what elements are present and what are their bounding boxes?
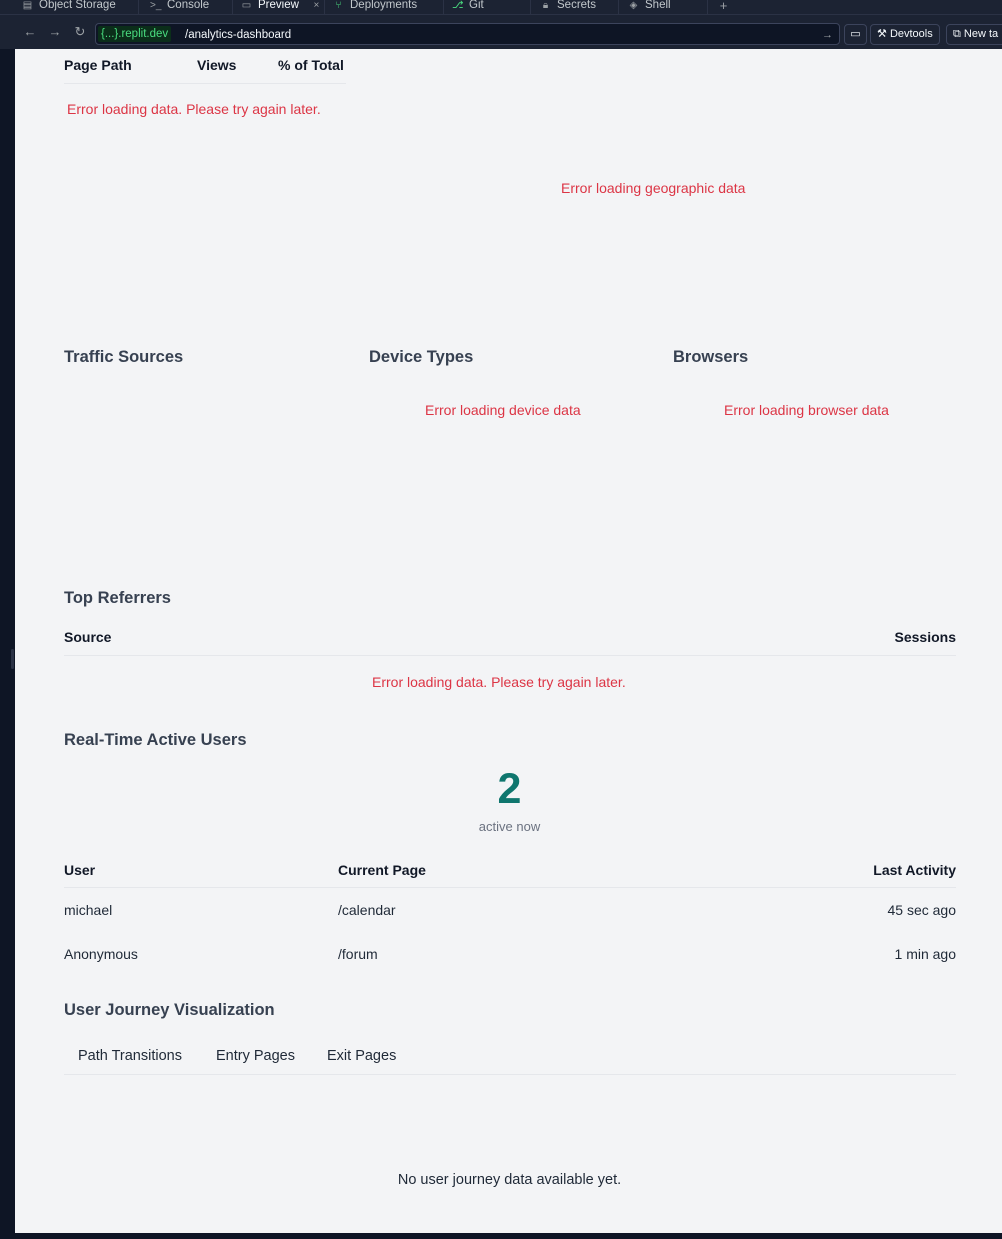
top-referrers-title: Top Referrers bbox=[64, 589, 171, 607]
active-now-label: active now bbox=[478, 819, 541, 834]
url-host: {...}.replit.dev bbox=[98, 26, 172, 42]
git-icon: ⎇ bbox=[452, 0, 464, 11]
col-source: Source bbox=[64, 629, 112, 645]
storage-icon: ▤ bbox=[22, 0, 33, 11]
tab-label: Preview bbox=[258, 0, 299, 11]
terminal-icon: >_ bbox=[150, 0, 162, 11]
col-current-page: Current Page bbox=[338, 862, 426, 878]
wrench-icon: ⚒ bbox=[877, 28, 887, 40]
tab-path-transitions[interactable]: Path Transitions bbox=[78, 1048, 182, 1064]
tab-preview[interactable]: ▭ Preview × bbox=[241, 0, 322, 14]
divider bbox=[64, 887, 956, 888]
device-error: Error loading device data bbox=[425, 402, 581, 418]
bottom-strip bbox=[0, 1233, 1002, 1239]
tab-label: Shell bbox=[645, 0, 671, 11]
tab-label: Git bbox=[469, 0, 484, 11]
deploy-icon: ⑂ bbox=[335, 0, 342, 11]
analytics-dashboard: Page Path Views % of Total Error loading… bbox=[15, 49, 1002, 1233]
journey-title: User Journey Visualization bbox=[64, 1001, 275, 1019]
left-rail bbox=[0, 49, 15, 1239]
col-user: User bbox=[64, 862, 96, 878]
add-tab-button[interactable]: + bbox=[718, 0, 729, 14]
tab-shell[interactable]: ◈ Shell bbox=[628, 0, 671, 14]
row-activity: 1 min ago bbox=[894, 946, 956, 962]
row-user: Anonymous bbox=[64, 946, 138, 962]
shell-icon: ◈ bbox=[629, 0, 638, 11]
divider bbox=[64, 83, 346, 84]
divider bbox=[64, 1074, 956, 1075]
tab-label: Secrets bbox=[557, 0, 596, 11]
row-page: /forum bbox=[338, 946, 378, 962]
col-views: Views bbox=[197, 57, 237, 73]
traffic-sources-title: Traffic Sources bbox=[64, 348, 184, 366]
referrers-error: Error loading data. Please try again lat… bbox=[372, 674, 626, 690]
tab-label: Object Storage bbox=[39, 0, 116, 11]
journey-empty-message: No user journey data available yet. bbox=[397, 1172, 622, 1188]
col-sessions: Sessions bbox=[894, 629, 956, 645]
tab-object-storage[interactable]: ▤ Object Storage bbox=[22, 0, 116, 14]
new-tab-button[interactable]: ⧉ New ta bbox=[946, 24, 1002, 45]
geo-error: Error loading geographic data bbox=[561, 180, 746, 196]
back-icon[interactable]: ← bbox=[22, 24, 38, 40]
new-tab-label: New ta bbox=[963, 28, 999, 40]
tab-entry-pages[interactable]: Entry Pages bbox=[216, 1048, 295, 1064]
row-user: michael bbox=[64, 902, 113, 918]
preview-toolbar: ← → ↻ {...}.replit.dev /analytics-dashbo… bbox=[0, 14, 1002, 49]
col-percent-total: % of Total bbox=[278, 57, 344, 73]
close-icon[interactable]: × bbox=[311, 0, 322, 11]
col-page-path: Page Path bbox=[64, 57, 132, 73]
forward-icon[interactable]: → bbox=[47, 24, 63, 40]
col-last-activity: Last Activity bbox=[873, 862, 956, 878]
monitor-icon: ▭ bbox=[241, 0, 252, 11]
go-icon[interactable]: → bbox=[822, 27, 833, 43]
divider bbox=[64, 655, 956, 656]
top-pages-error: Error loading data. Please try again lat… bbox=[67, 101, 321, 117]
row-activity: 45 sec ago bbox=[887, 902, 957, 918]
external-link-icon: ⧉ bbox=[953, 28, 961, 40]
tab-console[interactable]: >_ Console bbox=[150, 0, 209, 14]
tab-exit-pages[interactable]: Exit Pages bbox=[327, 1048, 396, 1064]
plus-icon: + bbox=[719, 0, 728, 13]
resize-handle[interactable] bbox=[11, 649, 14, 669]
tab-label: Deployments bbox=[350, 0, 418, 11]
ide-tab-bar: ▤ Object Storage >_ Console ▭ Preview × … bbox=[0, 0, 1002, 14]
browsers-title: Browsers bbox=[673, 348, 749, 366]
address-input[interactable]: {...}.replit.dev /analytics-dashboard → bbox=[95, 23, 840, 45]
row-page: /calendar bbox=[338, 902, 396, 918]
devtools-label: Devtools bbox=[889, 28, 933, 40]
reload-icon[interactable]: ↻ bbox=[72, 24, 88, 40]
active-user-count: 2 bbox=[497, 765, 522, 813]
realtime-title: Real-Time Active Users bbox=[64, 731, 247, 749]
screen-icon[interactable]: ▭ bbox=[844, 24, 867, 45]
device-types-title: Device Types bbox=[369, 348, 474, 366]
devtools-button[interactable]: ⚒ Devtools bbox=[870, 24, 940, 45]
tab-label: Console bbox=[167, 0, 210, 11]
url-path: /analytics-dashboard bbox=[185, 29, 292, 41]
browser-error: Error loading browser data bbox=[724, 402, 889, 418]
tab-git[interactable]: ⎇ Git bbox=[452, 0, 484, 14]
tab-deployments[interactable]: ⑂ Deployments bbox=[333, 0, 418, 14]
tab-secrets[interactable]: 🔒︎ Secrets bbox=[540, 0, 596, 14]
lock-icon: 🔒︎ bbox=[542, 0, 549, 11]
